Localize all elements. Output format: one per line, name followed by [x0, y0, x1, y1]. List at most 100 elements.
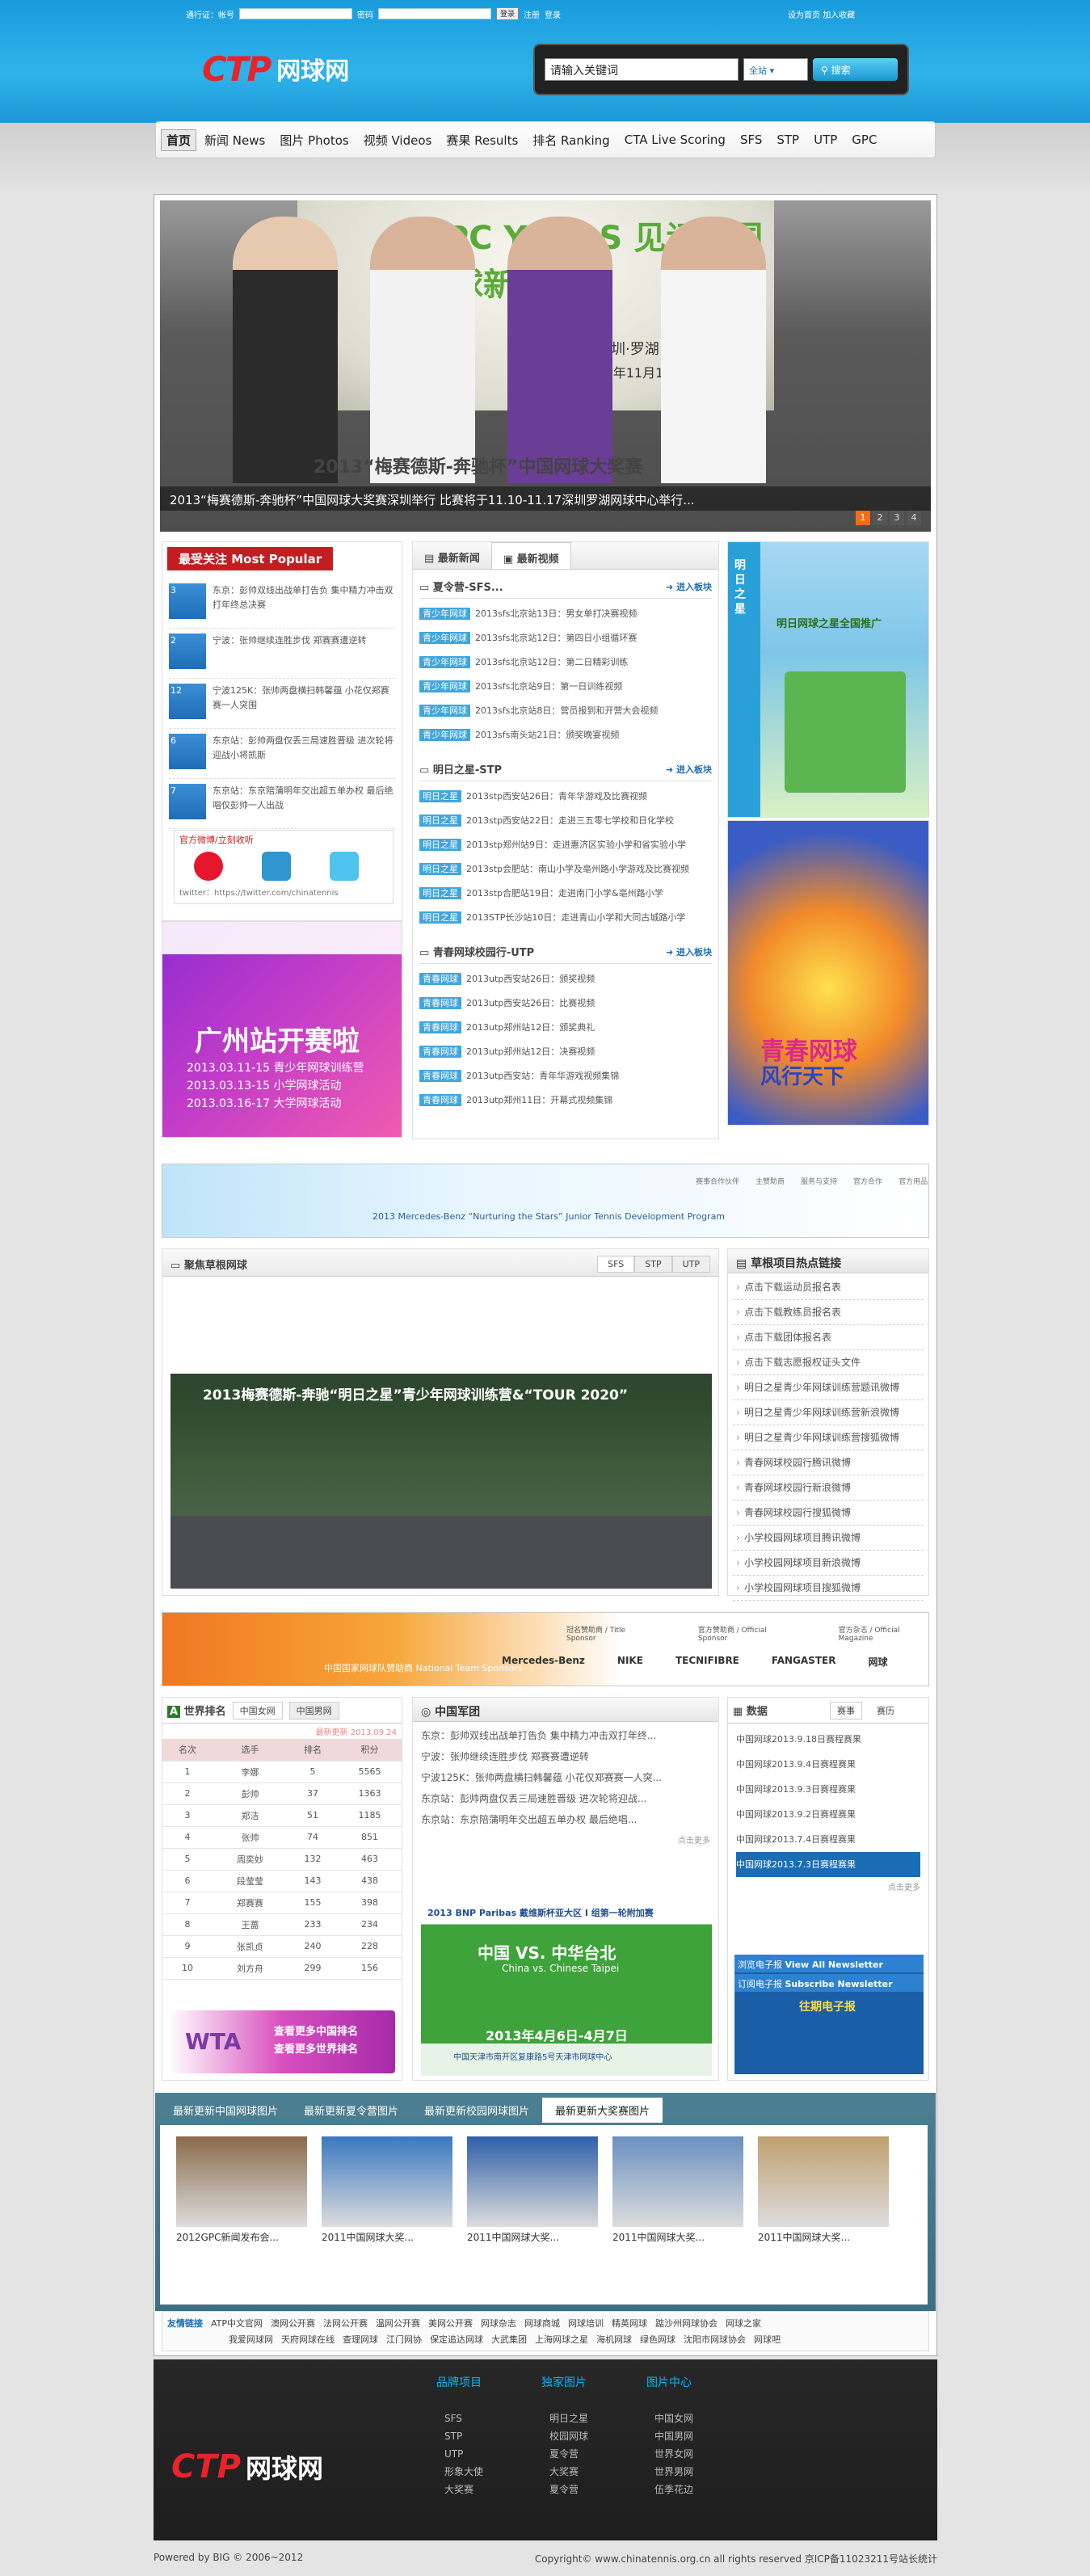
- sponsor-banner-2[interactable]: 冠名赞助商 / Title Sponsor 官方赞助商 / Official S…: [162, 1612, 929, 1686]
- army-news-item[interactable]: 宁波：张帅继续连胜步伐 郑赛赛遭逆转: [421, 1746, 710, 1767]
- footer-link[interactable]: 校园网球: [549, 2427, 588, 2445]
- tab-latest-news[interactable]: ▤ 最新新闻: [413, 542, 491, 569]
- friend-link[interactable]: 大武集团: [491, 2333, 527, 2346]
- video-row[interactable]: 明日之星 2013stp郑州站9日：走进惠济区实验小学和省实验小学: [419, 833, 712, 857]
- add-favorite-link[interactable]: 加入收藏: [823, 11, 855, 20]
- video-row[interactable]: 青少年网球 2013sfs北京站13日：男女单打决赛视频: [419, 602, 712, 626]
- army-more[interactable]: 点击更多: [413, 1833, 718, 1846]
- friend-link[interactable]: 澳网公开赛: [271, 2317, 315, 2330]
- data-more[interactable]: 点击更多: [728, 1880, 928, 1892]
- footer-link[interactable]: 中国男网: [654, 2427, 693, 2445]
- hero-slideshow[interactable]: GPC YEARS 见证中国网球新力量 深圳·罗湖 2013年11月10日 20…: [160, 200, 931, 532]
- nav-item[interactable]: 视频 Videos: [357, 128, 439, 152]
- video-row[interactable]: 明日之星 2013stp西安站22日：走进三五零七学校和日化学校: [419, 809, 712, 833]
- tab-china-men[interactable]: 中国男网: [288, 1701, 339, 1719]
- nav-item[interactable]: 排名 Ranking: [526, 128, 616, 152]
- friend-link[interactable]: 沈阳市网球协会: [684, 2333, 746, 2346]
- data-item[interactable]: 中国网球2013.9.3日赛程赛果: [736, 1777, 920, 1802]
- table-row[interactable]: 5 周奕妙 132 463: [162, 1848, 402, 1871]
- video-row[interactable]: 青春网球 2013utp西安站26日：颁奖视频: [419, 967, 712, 991]
- slide-caption[interactable]: 2013“梅赛德斯-奔驰杯”中国网球大奖赛深圳举行 比赛将于11.10-11.1…: [160, 486, 931, 511]
- video-row[interactable]: 青少年网球 2013sfs北京站8日：营员报到和开营大会视频: [419, 699, 712, 723]
- hot-link[interactable]: 青春网球校园行搜狐微博: [733, 1501, 924, 1526]
- table-row[interactable]: 9 张凯贞 240 228: [162, 1935, 402, 1958]
- table-row[interactable]: 7 郑赛赛 155 398: [162, 1892, 402, 1914]
- wta-more-china[interactable]: 查看更多中国排名: [274, 2023, 358, 2041]
- table-row[interactable]: 2 彭帅 37 1363: [162, 1783, 402, 1805]
- friend-link[interactable]: 网球商城: [524, 2317, 560, 2330]
- footer-link[interactable]: 夏令营: [549, 2481, 588, 2498]
- register-link[interactable]: 注册: [524, 8, 540, 20]
- hot-link[interactable]: 青春网球校园行腾讯微博: [733, 1450, 924, 1475]
- sponsor-brand[interactable]: TECNIFIBRE: [675, 1655, 739, 1669]
- sponsor-brand[interactable]: Mercedes-Benz: [502, 1655, 585, 1669]
- hot-link[interactable]: 小学校园网球项目新浪微博: [733, 1551, 924, 1576]
- hot-link[interactable]: 点击下载团体报名表: [733, 1325, 924, 1350]
- friend-link[interactable]: 我爱网球网: [229, 2333, 273, 2346]
- popular-item[interactable]: 3 东京：彭帅双线出战单打告负 集中精力冲击双打年终总决赛: [169, 579, 395, 629]
- footer-logo[interactable]: CTP 网球网: [171, 2448, 323, 2486]
- focus-image[interactable]: 2013梅赛德斯-奔驰“明日之星”青少年网球训练营&“TOUR 2020”: [170, 1285, 712, 1589]
- friend-link[interactable]: 精英网球: [612, 2317, 647, 2330]
- set-home-link[interactable]: 设为首页: [788, 11, 820, 20]
- twitter-icon[interactable]: [330, 852, 359, 881]
- photo-tab[interactable]: 最新更新大奖赛图片: [542, 2098, 663, 2123]
- footer-link[interactable]: 夏令营: [549, 2445, 588, 2463]
- table-row[interactable]: 10 刘方舟 299 156: [162, 1957, 402, 1980]
- wta-more-world[interactable]: 查看更多世界排名: [274, 2041, 358, 2059]
- tab-focus-utp[interactable]: UTP: [671, 1256, 710, 1273]
- slide-page-button[interactable]: 1: [856, 511, 870, 525]
- tab-events[interactable]: 赛事: [830, 1701, 862, 1719]
- friend-link[interactable]: 网球吧: [754, 2333, 781, 2346]
- footer-link[interactable]: 世界女网: [654, 2445, 693, 2463]
- tab-calendar[interactable]: 赛历: [870, 1703, 901, 1719]
- nav-item[interactable]: UTP: [807, 129, 844, 150]
- weibo-icon[interactable]: [194, 852, 223, 881]
- popular-item[interactable]: 12 宁波125K：张帅两盘横扫韩馨蕴 小花仅郑赛赛一人突围: [169, 679, 395, 729]
- friend-link[interactable]: 网球杂志: [481, 2317, 516, 2330]
- photo-item[interactable]: 2011中国网球大奖...: [612, 2136, 743, 2244]
- nav-item[interactable]: CTA Live Scoring: [618, 129, 732, 150]
- newsletter-archive[interactable]: 往期电子报: [799, 1998, 856, 2014]
- footer-link[interactable]: 伍季花边: [654, 2481, 693, 2498]
- hot-link[interactable]: 青春网球校园行新浪微博: [733, 1475, 924, 1501]
- guangzhou-ad[interactable]: 广州站开赛啦 2013.03.11-15 青少年网球训练营 2013.03.13…: [162, 921, 402, 1138]
- table-row[interactable]: 4 张帅 74 851: [162, 1826, 402, 1849]
- enter-section-link[interactable]: ➜ 进入板块: [666, 580, 712, 593]
- data-item[interactable]: 中国网球2013.9.4日赛程赛果: [736, 1752, 920, 1777]
- table-row[interactable]: 1 李娜 5 5565: [162, 1761, 402, 1783]
- army-news-item[interactable]: 东京站：东京陪蒲明年交出超五单办权 最后绝唱...: [421, 1809, 710, 1830]
- video-row[interactable]: 青春网球 2013utp郑州站12日：决赛视频: [419, 1040, 712, 1064]
- tab-focus-stp[interactable]: STP: [634, 1256, 672, 1273]
- army-news-item[interactable]: 宁波125K：张帅两盘横扫韩馨蕴 小花仅郑赛赛一人突...: [421, 1767, 710, 1788]
- army-news-item[interactable]: 东京站：彭帅两盘仅丢三局速胜晋级 进次轮将迎战...: [421, 1788, 710, 1809]
- army-news-item[interactable]: 东京：彭帅双线出战单打告负 集中精力冲击双打年终...: [421, 1725, 710, 1746]
- newsletter-subscribe[interactable]: 订阅电子报 Subscribe Newsletter: [734, 1974, 924, 1992]
- footer-link[interactable]: 大奖赛: [549, 2463, 588, 2481]
- hot-link[interactable]: 点击下载运动员报名表: [733, 1275, 924, 1300]
- friend-link[interactable]: 上海网球之星: [535, 2333, 588, 2346]
- hot-link[interactable]: 小学校园网球项目腾讯微博: [733, 1526, 924, 1551]
- video-row[interactable]: 青少年网球 2013sfs北京站12日：第二日精彩训练: [419, 650, 712, 675]
- friend-link[interactable]: 江门网协: [386, 2333, 422, 2346]
- photo-tab[interactable]: 最新更新中国网球图片: [160, 2098, 291, 2123]
- footer-link[interactable]: SFS: [444, 2410, 483, 2427]
- hot-link[interactable]: 小学校园网球项目搜狐微博: [733, 1576, 924, 1601]
- photo-item[interactable]: 2012GPC新闻发布会...: [176, 2136, 307, 2244]
- enter-section-link[interactable]: ➜ 进入板块: [666, 945, 712, 958]
- video-row[interactable]: 青春网球 2013utp郑州站12日：颁奖典礼: [419, 1016, 712, 1040]
- video-row[interactable]: 明日之星 2013stp合肥站19日：走进南门小学&亳州路小学: [419, 882, 712, 906]
- data-item[interactable]: 中国网球2013.9.2日赛程赛果: [736, 1802, 920, 1827]
- popular-item[interactable]: 6 东京站：彭帅两盘仅丢三局速胜晋级 进次轮将迎战小将凯斯: [169, 729, 395, 779]
- nav-item[interactable]: GPC: [845, 129, 883, 150]
- video-row[interactable]: 明日之星 2013stp西安站26日：青年华游戏及比赛视频: [419, 785, 712, 809]
- password-input[interactable]: [378, 8, 491, 19]
- stp-ad[interactable]: 明日之星 明日网球之星全国推广: [727, 541, 929, 818]
- friend-link[interactable]: 踮沙州网球协会: [655, 2317, 718, 2330]
- site-logo[interactable]: CTP 网球网: [202, 44, 349, 93]
- footer-link[interactable]: STP: [444, 2427, 483, 2445]
- nav-item[interactable]: 新闻 News: [198, 128, 271, 152]
- footer-link[interactable]: 形象大使: [444, 2463, 483, 2481]
- table-row[interactable]: 3 郑洁 51 1185: [162, 1804, 402, 1827]
- sponsor-brand[interactable]: NIKE: [617, 1655, 643, 1669]
